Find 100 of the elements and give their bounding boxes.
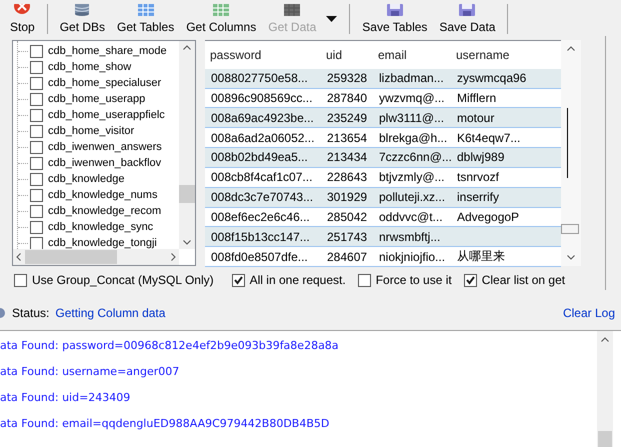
scrollbar-thumb[interactable] bbox=[561, 224, 579, 234]
table-cell-text: 235249 bbox=[326, 110, 368, 125]
toolbar-button[interactable]: Stop bbox=[4, 2, 41, 36]
table-cell-text: 008cb8f4caf1c07... bbox=[210, 170, 314, 184]
table-cell-text: zyswmcqa96 bbox=[456, 71, 528, 86]
table-cell-text: Mifflern bbox=[456, 90, 498, 105]
tree-item[interactable]: cdb_home_userapp bbox=[48, 93, 146, 105]
table-cell-text: 008b02bd49ea5... bbox=[210, 150, 309, 164]
status-label: Status: bbox=[12, 306, 50, 320]
table-cell-text: 228643 bbox=[326, 170, 368, 184]
table-cell-text: AdvegogoP bbox=[456, 210, 520, 224]
tree-item[interactable]: cdb_knowledge_nums bbox=[48, 189, 158, 201]
tree-item[interactable]: cdb_iwenwen_backflov bbox=[48, 157, 162, 169]
checkbox-label: Use Group_Concat (MySQL Only) bbox=[32, 273, 214, 287]
table-cell-text: 7czzc6nn@... bbox=[378, 150, 451, 164]
tree-item[interactable]: cdb_knowledge bbox=[48, 173, 124, 185]
toolbar-button[interactable]: Save Tables bbox=[356, 2, 434, 36]
table-cell-text: dblwj989 bbox=[456, 150, 506, 164]
checkbox[interactable] bbox=[30, 140, 43, 154]
scrollbar-thumb[interactable] bbox=[598, 431, 612, 447]
checkbox[interactable] bbox=[30, 92, 43, 106]
table-cell-text: 008a6ad2a06052... bbox=[210, 130, 316, 145]
toolbar-button[interactable]: Get DBs bbox=[54, 2, 112, 36]
table-cell-text: plw3111@... bbox=[378, 110, 446, 125]
tree-item[interactable]: cdb_home_specialuser bbox=[48, 77, 162, 89]
scroll-up-icon[interactable] bbox=[567, 46, 575, 51]
scroll-up-icon[interactable] bbox=[601, 337, 609, 342]
checkbox[interactable] bbox=[30, 172, 43, 186]
table-icon bbox=[213, 4, 230, 16]
table-cell-text: oddvvc@t... bbox=[378, 210, 444, 224]
tree-item[interactable]: cdb_knowledge_recom bbox=[48, 205, 162, 217]
tree-item[interactable]: cdb_home_visitor bbox=[48, 125, 134, 137]
toolbar-button[interactable]: Get Tables bbox=[111, 2, 180, 36]
tree-item[interactable]: cdb_home_userappfielc bbox=[48, 109, 165, 121]
scroll-right-icon[interactable] bbox=[171, 253, 176, 261]
log-line: ata Found: username=anger007 bbox=[0, 365, 180, 380]
tree-item[interactable]: cdb_knowledge_tongji bbox=[48, 237, 157, 249]
toolbar-button[interactable]: Save Data bbox=[433, 2, 502, 36]
table-cell-text: 287840 bbox=[326, 90, 368, 105]
log-line: ata Found: email=qqdengluED988AA9C979442B80DB4B5D bbox=[0, 417, 330, 432]
table-cell-text: 259328 bbox=[326, 71, 368, 86]
scrollbar-thumb[interactable] bbox=[25, 250, 117, 264]
tree-item[interactable]: cdb_iwenwen_answers bbox=[48, 141, 162, 153]
column-header[interactable]: username bbox=[451, 48, 561, 62]
table-cell-text: 301929 bbox=[326, 190, 368, 204]
tree-item[interactable]: cdb_home_share_mode bbox=[48, 45, 167, 57]
checkbox[interactable] bbox=[30, 156, 43, 170]
checkbox[interactable] bbox=[30, 60, 43, 74]
checkbox[interactable] bbox=[30, 44, 43, 58]
checkbox[interactable] bbox=[464, 274, 477, 286]
dropdown-arrow-icon[interactable] bbox=[326, 16, 338, 22]
checkbox[interactable] bbox=[30, 124, 43, 138]
status-value: Getting Column data bbox=[55, 306, 166, 320]
table-cell-text: 008fd0e8507dfe... bbox=[210, 250, 309, 264]
table-cell-text: ywzvmq@... bbox=[378, 90, 446, 105]
scrollbar-thumb[interactable] bbox=[179, 185, 195, 203]
clear-log-link[interactable]: Clear Log bbox=[562, 306, 615, 320]
table-cell-text: nrwsmbftj... bbox=[378, 230, 442, 244]
status-icon bbox=[0, 308, 6, 318]
table-cell-text: 285042 bbox=[326, 210, 368, 224]
tree-item[interactable]: cdb_home_show bbox=[48, 61, 132, 73]
scroll-left-icon[interactable] bbox=[16, 253, 21, 261]
log-line: ata Found: password=00968c812e4ef2b9e093b39fa8e28a8a bbox=[0, 339, 340, 354]
table-cell-text: 从哪里来 bbox=[456, 248, 506, 266]
table-cell-text: polluteji.xz... bbox=[378, 190, 446, 204]
scroll-down-icon[interactable] bbox=[567, 255, 575, 260]
table-cell-text: K6t4eqw7... bbox=[456, 130, 522, 145]
checkbox[interactable] bbox=[30, 188, 43, 202]
checkbox-label: All in one request. bbox=[250, 273, 346, 287]
checkbox[interactable] bbox=[14, 274, 27, 286]
table-cell-text: 008ef6ec2e6c46... bbox=[210, 210, 311, 224]
stop-icon bbox=[13, 4, 32, 16]
column-header[interactable]: uid bbox=[321, 48, 373, 62]
checkbox[interactable] bbox=[30, 236, 43, 249]
database-icon bbox=[74, 4, 90, 16]
checkbox[interactable] bbox=[30, 204, 43, 218]
table-cell-text: 251743 bbox=[326, 230, 368, 244]
checkbox[interactable] bbox=[30, 108, 43, 122]
checkbox[interactable] bbox=[232, 274, 245, 286]
table-cell-text: inserrify bbox=[456, 190, 500, 204]
table-cell-text: 0088027750e58... bbox=[210, 71, 309, 86]
table-cell-text: 008a69ac4923be... bbox=[210, 110, 315, 125]
tree-item[interactable]: cdb_knowledge_sync bbox=[48, 221, 154, 233]
checkbox[interactable] bbox=[30, 220, 43, 234]
column-header[interactable]: password bbox=[205, 48, 321, 62]
table-cell-text: tsnrvozf bbox=[456, 170, 500, 184]
checkbox[interactable] bbox=[30, 76, 43, 90]
table-cell-text: 213654 bbox=[326, 130, 368, 145]
column-header[interactable]: email bbox=[373, 48, 451, 62]
toolbar-button[interactable]: Get Columns bbox=[180, 2, 262, 36]
table-cell-text: 008f15b13cc147... bbox=[210, 230, 311, 244]
scroll-down-icon[interactable] bbox=[183, 240, 191, 245]
checkbox[interactable] bbox=[358, 274, 371, 286]
table-cell-text: blrekga@h... bbox=[378, 130, 448, 145]
table-cell-text: 008dc3c7e70743... bbox=[210, 190, 314, 204]
table-cell-text: 284607 bbox=[326, 250, 368, 264]
scroll-up-icon[interactable] bbox=[183, 45, 191, 50]
table-cell-text: btjvzmly@... bbox=[378, 170, 446, 184]
table-cell-text: 213434 bbox=[326, 150, 368, 164]
table-cell-text: niokjniojfio... bbox=[378, 250, 446, 264]
